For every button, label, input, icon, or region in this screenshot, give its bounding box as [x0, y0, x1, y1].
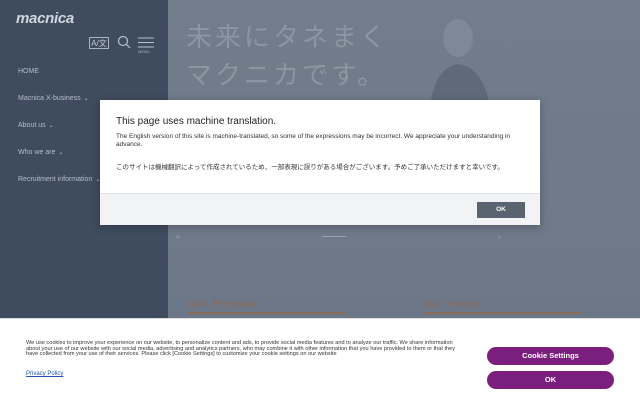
- section-divider: [188, 312, 346, 314]
- language-icon[interactable]: A/文: [89, 37, 109, 49]
- hero-headline: 未来にタネまく マクニカです。: [186, 22, 390, 90]
- slider-progress: [322, 236, 346, 237]
- sidebar-nav: HOME Macnica X-business ⌄ About us ⌄ Who w…: [18, 68, 100, 203]
- dialog-body-japanese: このサイトは機械翻訳によって作成されているため、一部表現に誤りがある場合がござい…: [116, 164, 504, 171]
- cookie-banner: We use cookies to improve your experienc…: [0, 318, 640, 401]
- section-divider: [424, 312, 582, 314]
- nav-item-recruitment[interactable]: Recruitment information ⌄: [18, 176, 100, 203]
- slider-prev-icon[interactable]: «: [176, 234, 180, 241]
- section-title-purpose: Our Purpose: [188, 299, 260, 310]
- section-title-voice: Our Voice: [424, 299, 480, 310]
- cookie-settings-button[interactable]: Cookie Settings: [487, 347, 614, 365]
- menu-icon[interactable]: [138, 36, 154, 50]
- nav-item-home[interactable]: HOME: [18, 68, 100, 95]
- dialog-title: This page uses machine translation.: [116, 116, 277, 127]
- nav-item-who-we-are[interactable]: Who we are ⌄: [18, 149, 100, 176]
- dialog-body-english: The English version of this site is mach…: [116, 133, 511, 148]
- dialog-ok-button[interactable]: OK: [477, 202, 525, 218]
- search-icon[interactable]: [117, 35, 131, 49]
- menu-label: MENU: [138, 49, 150, 54]
- dialog-footer: OK: [100, 193, 540, 225]
- chevron-down-icon: ⌄: [83, 96, 89, 102]
- macnica-logo[interactable]: macnica: [16, 10, 74, 27]
- slider-next-icon[interactable]: ›: [498, 234, 500, 241]
- cookie-notice-text: We use cookies to improve your experienc…: [26, 340, 456, 358]
- chevron-down-icon: ⌄: [48, 123, 54, 129]
- privacy-policy-link[interactable]: Privacy Policy: [26, 371, 63, 377]
- hero-person-image: [430, 19, 490, 108]
- chevron-down-icon: ⌄: [58, 150, 64, 156]
- cookie-ok-button[interactable]: OK: [487, 371, 614, 389]
- nav-item-about-us[interactable]: About us ⌄: [18, 122, 100, 149]
- machine-translation-dialog: This page uses machine translation. The …: [100, 100, 540, 225]
- nav-item-x-business[interactable]: Macnica X-business ⌄: [18, 95, 100, 122]
